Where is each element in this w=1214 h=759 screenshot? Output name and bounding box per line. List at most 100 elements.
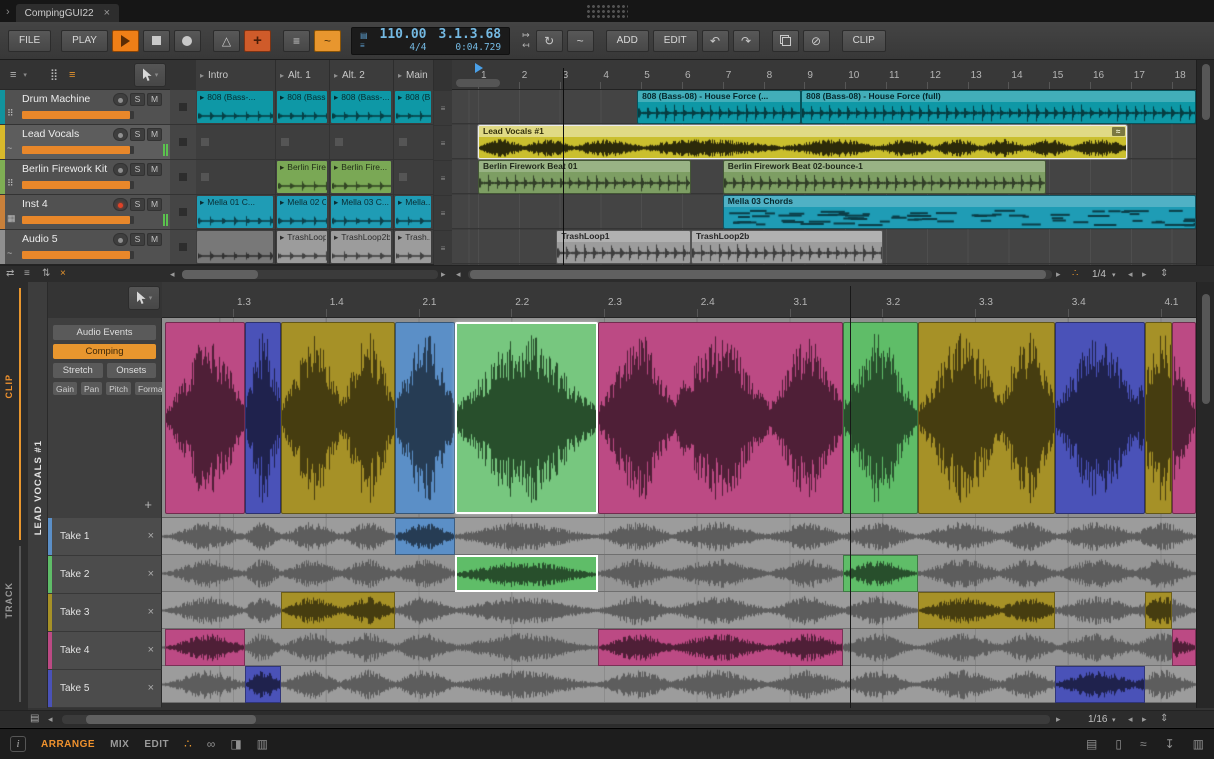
- caret-down-icon[interactable]: ▾: [1112, 271, 1116, 279]
- take-lane[interactable]: [162, 629, 1196, 666]
- arranger-pointer-tool-button[interactable]: ▾: [134, 63, 166, 87]
- clip-slot[interactable]: ▸808 (Bass-...: [330, 90, 394, 124]
- follow-playhead-icon[interactable]: ∴: [1072, 268, 1078, 279]
- mute-button[interactable]: M: [147, 163, 162, 176]
- clip-slot[interactable]: [394, 160, 434, 194]
- launcher-scroll-right-button[interactable]: ▸: [441, 269, 446, 280]
- info-button[interactable]: i: [10, 736, 26, 752]
- clip-slot[interactable]: ▸Mella 03 C...: [330, 195, 394, 229]
- monitor-button[interactable]: [113, 163, 128, 176]
- solo-button[interactable]: S: [130, 128, 145, 141]
- volume-fader[interactable]: [22, 111, 134, 119]
- record-arm-button[interactable]: [113, 198, 128, 211]
- arranger-scroll-right-button[interactable]: ▸: [1056, 269, 1061, 280]
- time-value[interactable]: 0:04.729: [455, 43, 501, 54]
- track-row[interactable]: Berlin Firework KitSM⠿: [0, 160, 170, 194]
- tempo-value[interactable]: 110.00: [380, 28, 427, 43]
- clip-stop-cell[interactable]: [170, 90, 196, 124]
- download-icon[interactable]: ↧: [1165, 737, 1175, 751]
- clip-slot[interactable]: [330, 125, 394, 159]
- arranger-playhead[interactable]: [563, 68, 564, 265]
- scene-option-icon[interactable]: ≡: [434, 91, 452, 125]
- comping-button[interactable]: Comping: [53, 344, 156, 359]
- remove-take-button[interactable]: ×: [148, 530, 154, 542]
- remove-take-button[interactable]: ×: [148, 644, 154, 656]
- clip-slot[interactable]: ▸808 (B...: [394, 90, 434, 124]
- scrollbar-handle[interactable]: [1202, 64, 1210, 120]
- comp-segment[interactable]: [281, 322, 395, 514]
- dot-grid-icon[interactable]: ∴: [184, 737, 192, 751]
- arranger-clip[interactable]: 808 (Bass-08) - House Force (full): [801, 90, 1196, 124]
- link-icon[interactable]: ∞: [207, 737, 216, 751]
- launcher-clip[interactable]: ▸808 (Bass-...: [197, 91, 273, 123]
- solo-button[interactable]: S: [130, 163, 145, 176]
- scrollbar-handle[interactable]: [1202, 294, 1210, 404]
- song-position-value[interactable]: 3.1.3.68: [439, 28, 502, 43]
- browser-panel-icon[interactable]: ▯: [1115, 737, 1122, 751]
- take-header[interactable]: Take 1×: [48, 518, 162, 556]
- layers-icon[interactable]: ▤: [30, 713, 39, 724]
- pitch-button[interactable]: Pitch: [106, 382, 131, 395]
- mute-button[interactable]: M: [147, 233, 162, 246]
- scene-option-icon[interactable]: ≡: [434, 231, 452, 265]
- clip-slot[interactable]: [276, 125, 330, 159]
- mute-button[interactable]: M: [147, 128, 162, 141]
- clip-stop-cell[interactable]: [170, 125, 196, 159]
- scene-header[interactable]: ▸Alt. 2: [330, 60, 394, 90]
- comp-segment[interactable]: [165, 322, 245, 514]
- edit-button[interactable]: EDIT: [653, 30, 698, 52]
- launcher-clip[interactable]: ▸808 (B...: [395, 91, 431, 123]
- clip-slot[interactable]: ▸TrashLoop2b: [330, 230, 394, 264]
- arranger-vertical-scrollbar[interactable]: [1196, 60, 1214, 265]
- take-header[interactable]: Take 5×: [48, 670, 162, 708]
- gain-button[interactable]: Gain: [53, 382, 77, 395]
- editor-snap-value[interactable]: 1/16: [1088, 714, 1107, 725]
- arranger-scrollbar[interactable]: [468, 270, 1052, 279]
- cancel-button[interactable]: ⊘: [803, 30, 830, 52]
- take-highlight[interactable]: [395, 518, 455, 555]
- remove-take-button[interactable]: ×: [148, 568, 154, 580]
- play-mode-button[interactable]: PLAY: [61, 30, 108, 52]
- volume-fader[interactable]: [22, 181, 134, 189]
- vertical-zoom-icon[interactable]: ⇕: [1160, 713, 1168, 724]
- tab-overflow-chevron-icon[interactable]: ›: [6, 6, 10, 18]
- volume-fader[interactable]: [22, 146, 134, 154]
- take-highlight[interactable]: [843, 555, 918, 592]
- clip-slot[interactable]: ▸Mella 01 C...: [196, 195, 276, 229]
- clip-slot[interactable]: ▸808 (Bass-...: [196, 90, 276, 124]
- editor-ruler[interactable]: 1.31.42.12.22.32.43.13.23.33.44.1: [162, 282, 1196, 318]
- scene-option-icon[interactable]: ≡: [434, 126, 452, 160]
- zoom-out-button[interactable]: ◂: [1128, 714, 1133, 725]
- clip-slot[interactable]: [196, 160, 276, 194]
- piano-panel-icon[interactable]: ▤: [1086, 737, 1097, 751]
- caret-down-icon[interactable]: ▾: [1112, 716, 1116, 724]
- scene-option-icon[interactable]: ≡: [434, 161, 452, 195]
- mixer-panel-icon[interactable]: ≈: [1140, 737, 1147, 751]
- take-highlight[interactable]: [245, 666, 281, 703]
- comp-segment[interactable]: [843, 322, 918, 514]
- arranger-clip[interactable]: Berlin Firework Beat 02-bounce-1: [723, 160, 1046, 194]
- add-take-lane-button[interactable]: +: [144, 497, 152, 512]
- take-header[interactable]: Take 2×: [48, 556, 162, 594]
- editor-playhead[interactable]: [850, 286, 851, 708]
- loop-button[interactable]: ↻: [536, 30, 563, 52]
- sort-icon[interactable]: ⇅: [42, 268, 50, 279]
- clip-slot[interactable]: [394, 125, 434, 159]
- punch-add-button[interactable]: +: [244, 30, 271, 52]
- launcher-view-icon[interactable]: ⣿: [46, 68, 62, 81]
- solo-button[interactable]: S: [130, 93, 145, 106]
- comp-lane[interactable]: [162, 318, 1196, 518]
- launcher-scrollbar[interactable]: [182, 270, 438, 279]
- clip-slot[interactable]: ▸Mella...: [394, 195, 434, 229]
- take-highlight[interactable]: [1055, 666, 1145, 703]
- swap-icon[interactable]: ⇄: [6, 268, 14, 279]
- launcher-clip[interactable]: ▸Mella...: [395, 196, 431, 228]
- editor-pointer-tool-button[interactable]: ▾: [128, 286, 160, 310]
- editor-scrollbar[interactable]: [62, 715, 1050, 724]
- arranger-snap-value[interactable]: 1/4: [1092, 269, 1106, 280]
- arrange-layout-tab[interactable]: ARRANGE: [41, 739, 95, 750]
- copy-button[interactable]: [772, 30, 799, 52]
- zoom-in-button[interactable]: ▸: [1142, 269, 1147, 280]
- onsets-button[interactable]: Onsets: [107, 363, 157, 378]
- monitor-button[interactable]: [113, 233, 128, 246]
